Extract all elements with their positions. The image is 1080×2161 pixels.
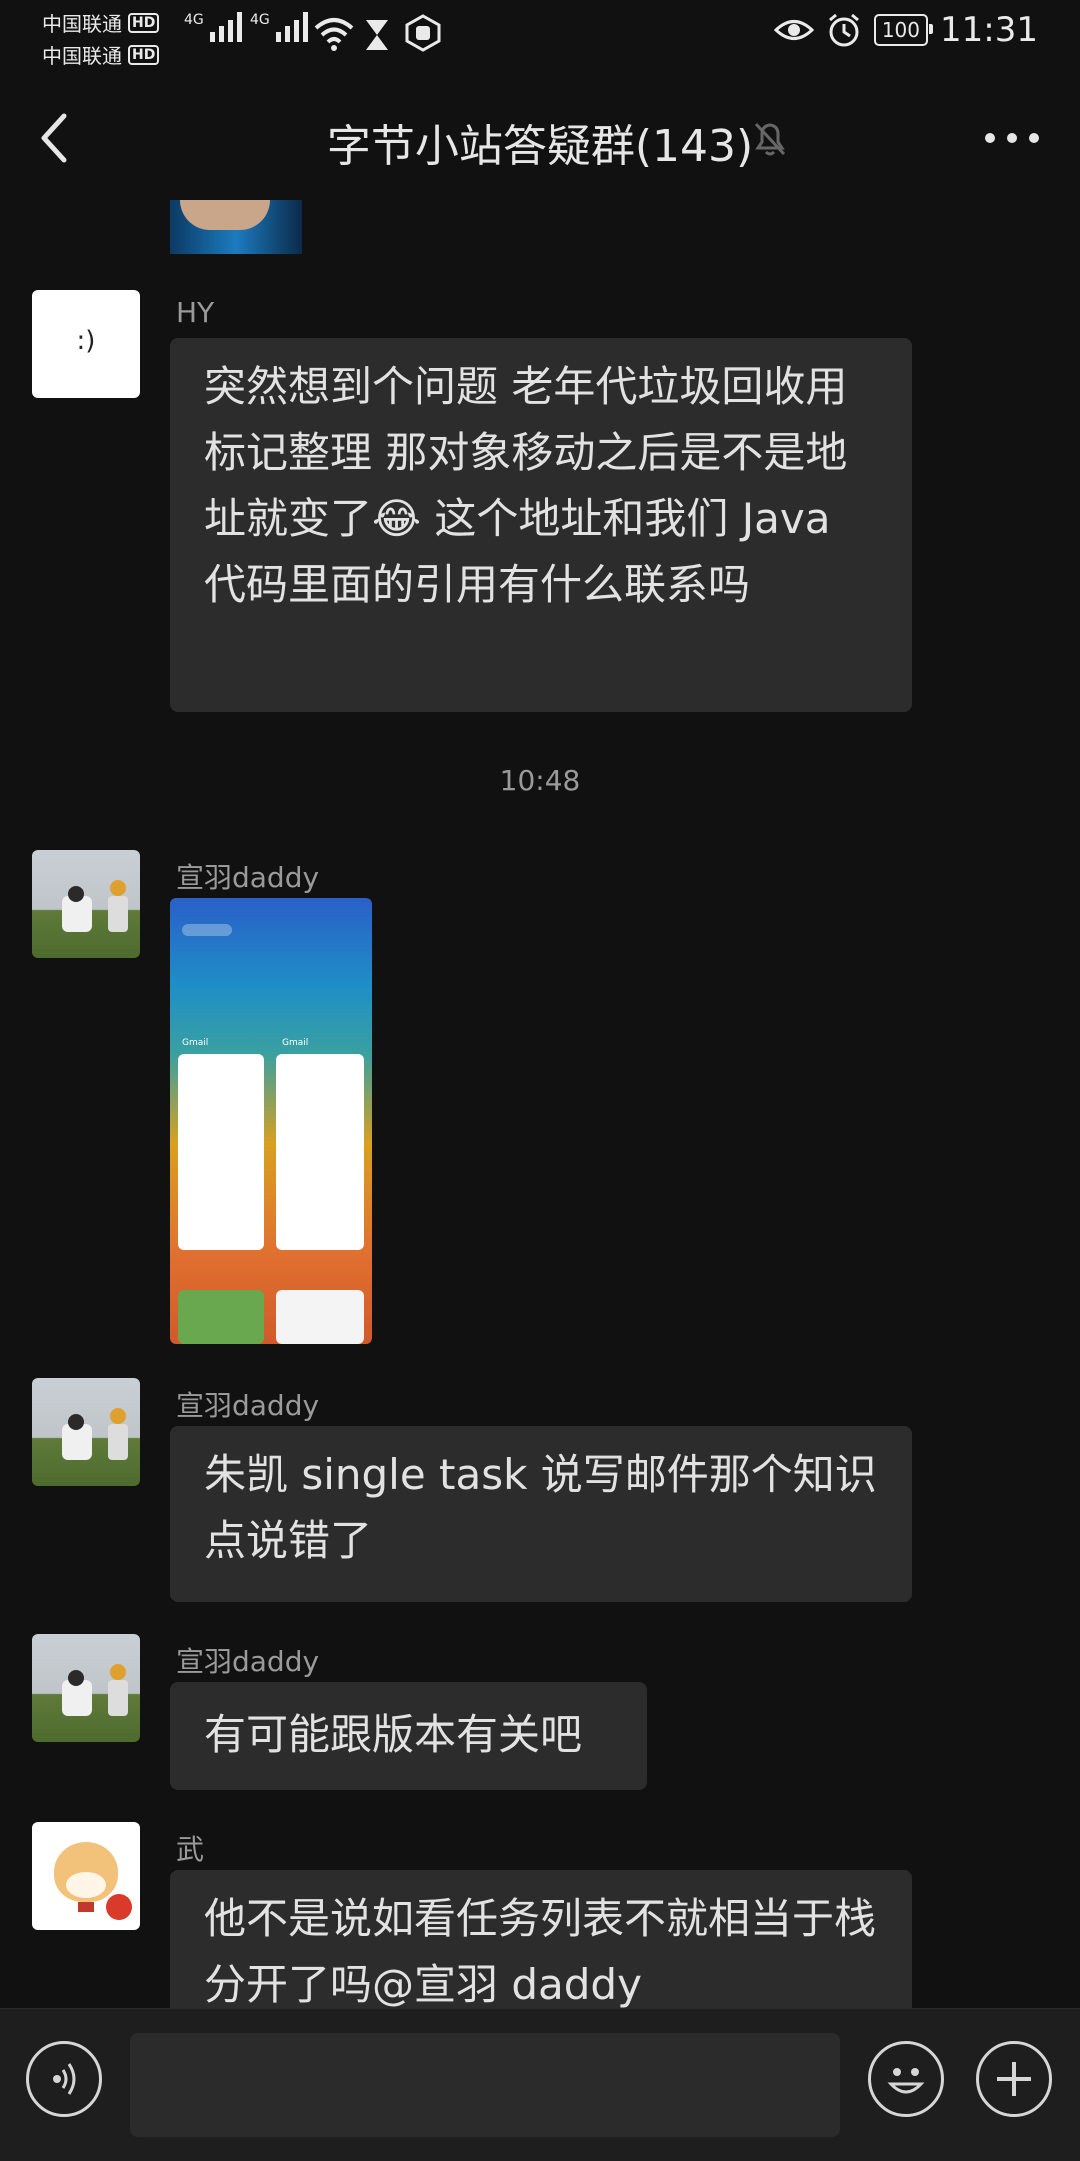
hourglass-icon — [366, 20, 388, 50]
input-bar — [0, 2008, 1080, 2161]
sender-name: 宣羽daddy — [176, 1389, 320, 1422]
plus-icon[interactable] — [976, 2041, 1052, 2117]
avatar[interactable] — [32, 1822, 140, 1930]
sender-name: 武 — [176, 1833, 205, 1866]
sender-name: 宣羽daddy — [176, 1645, 320, 1678]
status-right: 100 11:31 — [773, 10, 1038, 50]
sender-name: 宣羽daddy — [176, 861, 320, 894]
image-message[interactable]: Gmail Gmail — [170, 898, 372, 1344]
signal-icon: 4G — [250, 12, 308, 42]
avatar[interactable] — [32, 1634, 140, 1742]
signal-icon: 4G — [184, 12, 242, 42]
hd-badge: HD — [128, 12, 160, 33]
battery-indicator: 100 — [873, 14, 934, 46]
network-type-2: 4G — [250, 12, 270, 28]
message-bubble[interactable]: 朱凯 single task 说写邮件那个知识点说错了 — [170, 1426, 912, 1602]
hd-badge: HD — [128, 44, 160, 65]
avatar[interactable]: :) — [32, 290, 140, 398]
message-bubble[interactable]: 突然想到个问题 老年代垃圾回收用标记整理 那对象移动之后是不是地址就变了😂 这个… — [170, 338, 912, 712]
carrier-2-label: 中国联通 — [42, 44, 122, 68]
previous-image-message[interactable] — [170, 200, 302, 254]
sender-name: HY — [176, 296, 215, 329]
alarm-icon — [828, 13, 859, 47]
chat-title[interactable]: 字节小站答疑群(143) — [0, 110, 1080, 174]
avatar[interactable] — [32, 850, 140, 958]
timestamp: 10:48 — [499, 764, 581, 797]
bell-off-icon — [754, 122, 786, 156]
status-bar: 中国联通 HD 中国联通 HD 4G 4G 100 11:31 — [0, 0, 1080, 70]
carrier-2: 中国联通 HD — [42, 40, 160, 69]
voice-icon[interactable] — [26, 2041, 102, 2117]
avatar[interactable] — [32, 1378, 140, 1486]
network-type-1: 4G — [184, 12, 204, 28]
message-input[interactable] — [130, 2033, 840, 2137]
wifi-icon — [314, 18, 354, 51]
hand-icon — [405, 14, 441, 52]
message-bubble[interactable]: 有可能跟版本有关吧 — [170, 1682, 647, 1790]
emoji-icon[interactable] — [868, 2041, 944, 2117]
more-dots-icon[interactable] — [982, 118, 1042, 158]
carrier-1: 中国联通 HD — [42, 8, 160, 37]
carrier-1-label: 中国联通 — [42, 12, 122, 36]
image-app-label: Gmail — [282, 1038, 309, 1048]
clock: 11:31 — [940, 10, 1038, 50]
avatar-text: :) — [76, 326, 96, 356]
chat-header: 字节小站答疑群(143) — [0, 100, 1080, 174]
eye-icon — [773, 20, 814, 40]
image-app-label: Gmail — [182, 1038, 209, 1048]
